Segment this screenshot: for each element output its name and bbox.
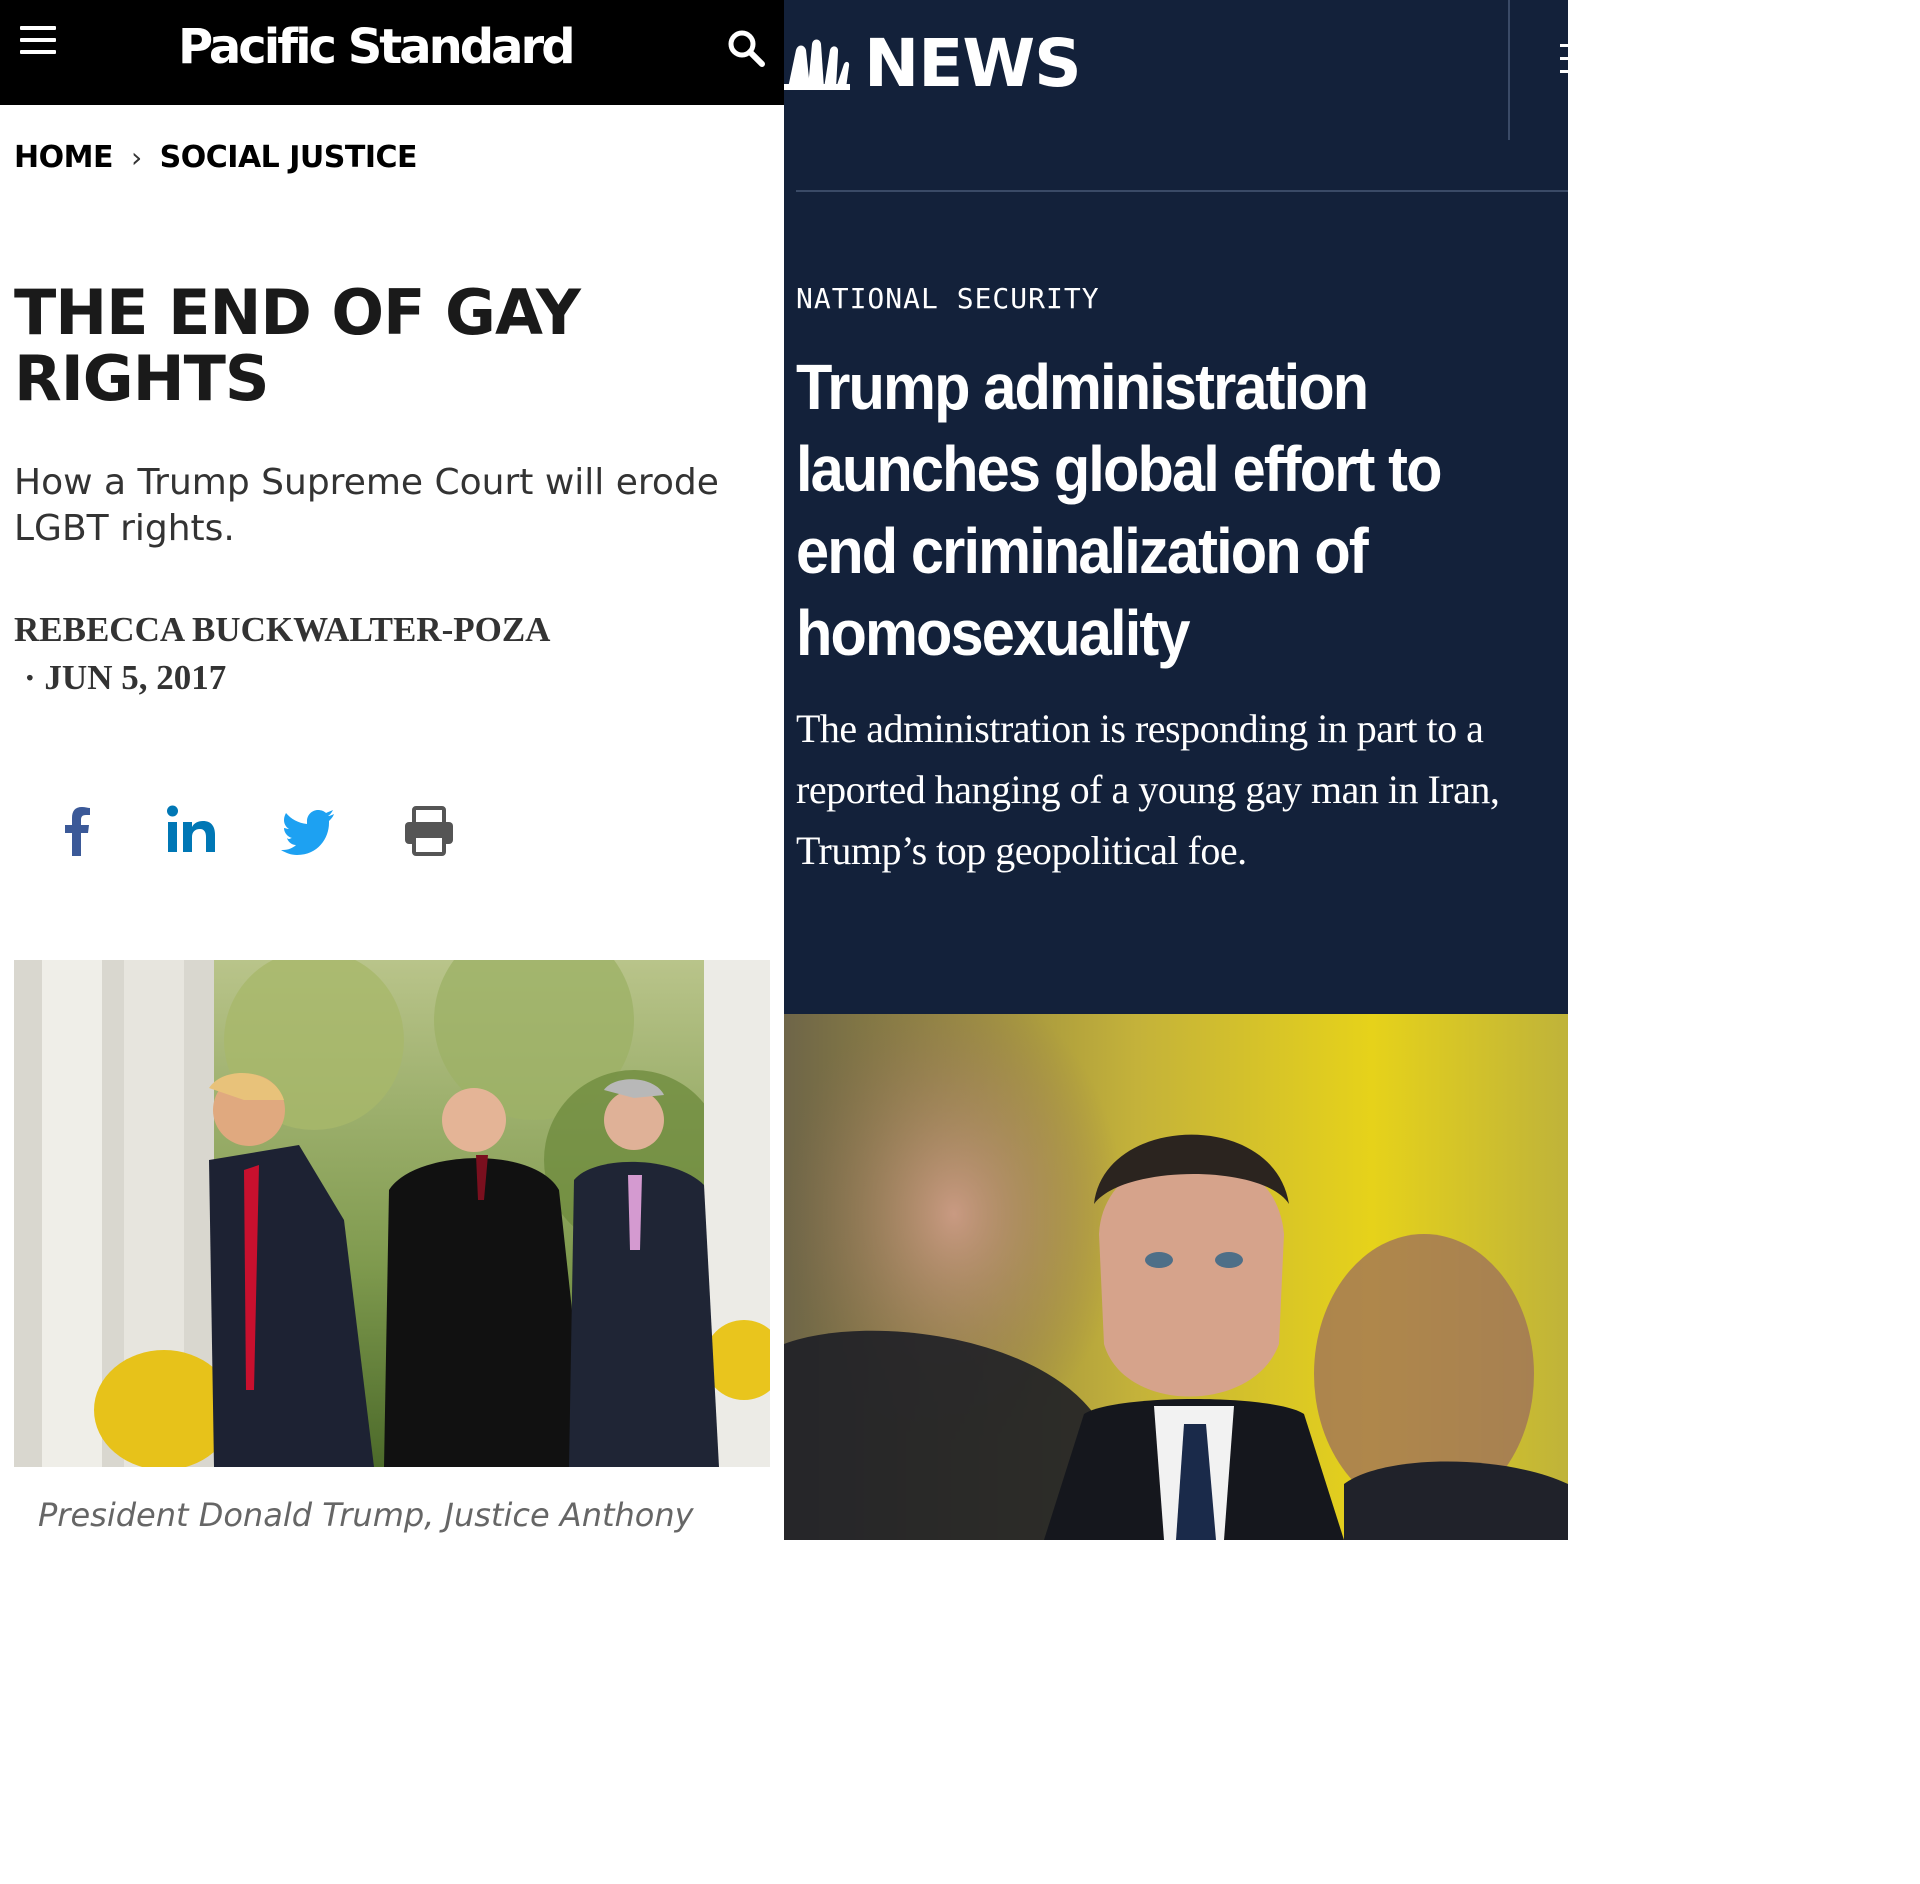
search-icon[interactable] <box>726 28 766 68</box>
twitter-icon[interactable] <box>280 800 340 860</box>
facebook-icon[interactable] <box>48 800 108 860</box>
article-photo <box>14 960 770 1467</box>
photo-caption: President Donald Trump, Justice Anthony <box>38 1496 694 1534</box>
section-label[interactable]: NATIONAL SECURITY <box>796 282 1100 315</box>
title-line-1: THE END OF GAY <box>14 276 581 349</box>
pacific-standard-panel: Pacific Standard HOME › SOCIAL JUSTICE T… <box>0 0 784 1540</box>
article-title: Trump administration launches global eff… <box>796 351 1442 669</box>
article-dek: The administration is responding in part… <box>796 706 1500 873</box>
chevron-right-icon: › <box>130 141 142 174</box>
article-title: THE END OF GAY RIGHTS <box>14 280 754 412</box>
nbc-brand-wordmark[interactable]: NEWS <box>864 28 1082 100</box>
section-divider <box>796 190 1568 192</box>
peacock-logo-icon[interactable] <box>784 36 850 90</box>
site-header: Pacific Standard <box>0 0 784 105</box>
publish-date: · JUN 5, 2017 <box>24 658 227 697</box>
linkedin-icon[interactable] <box>162 800 222 860</box>
header-divider <box>1508 0 1510 140</box>
breadcrumb-social-justice[interactable]: SOCIAL JUSTICE <box>160 140 418 175</box>
title-line-2: RIGHTS <box>14 342 270 415</box>
article-photo <box>784 1014 1568 1540</box>
article-dek: How a Trump Supreme Court will erode LGB… <box>14 462 719 549</box>
site-logo[interactable]: Pacific Standard <box>178 18 576 76</box>
author-name[interactable]: REBECCA BUCKWALTER-POZA <box>14 610 550 649</box>
print-icon[interactable] <box>400 800 460 860</box>
hamburger-menu-icon[interactable] <box>20 26 56 56</box>
breadcrumb-home[interactable]: HOME <box>14 140 113 175</box>
nbc-news-panel: NEWS NATIONAL SECURITY Trump administrat… <box>784 0 1568 1540</box>
byline: REBECCA BUCKWALTER-POZA · JUN 5, 2017 <box>14 606 550 702</box>
breadcrumb: HOME › SOCIAL JUSTICE <box>14 140 418 175</box>
hamburger-menu-icon[interactable] <box>1560 44 1568 84</box>
